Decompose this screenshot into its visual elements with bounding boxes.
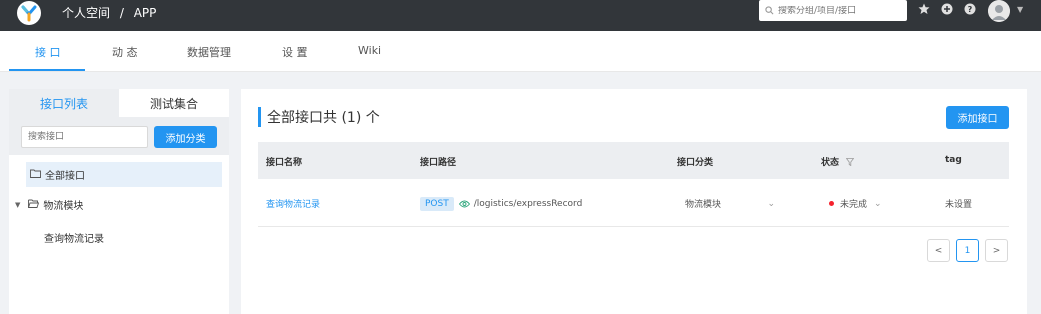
folder-icon [30, 169, 41, 181]
chevron-down-icon: ⌄ [767, 198, 775, 209]
caret-down-icon[interactable]: ▼ [15, 201, 20, 209]
tree-item-category[interactable]: ▼ 物流模块 [15, 197, 83, 212]
add-category-button[interactable]: 添加分类 [154, 126, 217, 148]
column-header-category: 接口分类 [677, 158, 714, 168]
pagination-page-button[interactable]: 1 [956, 239, 979, 262]
chevron-down-icon[interactable]: ▼ [1017, 5, 1023, 14]
column-header-path: 接口路径 [420, 158, 457, 168]
avatar[interactable] [988, 0, 1010, 22]
star-icon[interactable] [918, 3, 930, 15]
help-icon[interactable]: ? [964, 3, 976, 15]
interface-search-input[interactable] [21, 126, 148, 148]
tab-wiki[interactable]: Wiki [358, 44, 381, 57]
tab-test-collection[interactable]: 测试集合 [119, 89, 229, 117]
logo-icon[interactable] [17, 1, 41, 25]
svg-text:?: ? [968, 5, 973, 14]
global-search[interactable] [759, 0, 907, 21]
eye-icon[interactable] [458, 200, 470, 208]
tree-item-all-interfaces[interactable]: 全部接口 [26, 162, 222, 187]
pagination-next-button[interactable]: > [985, 239, 1008, 262]
tree-item-label: 物流模块 [43, 201, 84, 212]
breadcrumb-separator: / [119, 6, 124, 20]
breadcrumb-item-space[interactable]: 个人空间 [62, 6, 110, 20]
page-title: 全部接口共 (1) 个 [267, 110, 380, 126]
active-tab-indicator [9, 69, 85, 71]
chevron-down-icon: ⌄ [874, 198, 882, 209]
search-icon [765, 4, 774, 18]
global-search-input[interactable] [778, 5, 898, 16]
column-header-tag: tag [945, 155, 962, 165]
status-dot [829, 201, 834, 206]
tree-item-interface[interactable]: 查询物流记录 [44, 230, 104, 245]
column-header-name: 接口名称 [266, 158, 303, 168]
table-header: 接口名称 接口路径 接口分类 状态 tag [258, 142, 1009, 179]
filter-icon[interactable] [846, 157, 855, 166]
status-select[interactable]: 未完成 ⌄ [829, 197, 882, 210]
title-accent-bar [258, 107, 261, 127]
tab-interface-list[interactable]: 接口列表 [9, 89, 119, 117]
interface-path-text: /logistics/expressRecord [473, 199, 583, 209]
interface-list-panel: 全部接口共 (1) 个 添加接口 接口名称 接口路径 接口分类 状态 tag 查… [241, 89, 1027, 314]
method-badge: POST [420, 197, 454, 211]
tree-item-label: 查询物流记录 [44, 234, 104, 245]
project-nav: 接 口 动 态 数据管理 设 置 Wiki [0, 31, 1041, 72]
top-bar: 个人空间 / APP ? ▼ [0, 0, 1041, 31]
tab-interface[interactable]: 接 口 [35, 44, 61, 60]
pagination-prev-button[interactable]: < [927, 239, 950, 262]
plus-circle-icon[interactable] [941, 3, 953, 15]
breadcrumb-item-project[interactable]: APP [134, 6, 157, 20]
sidebar-toolbar: 添加分类 [9, 117, 229, 155]
folder-open-icon [28, 199, 40, 211]
category-select-value: 物流模块 [685, 200, 722, 210]
category-select[interactable]: 物流模块 ⌄ [685, 197, 775, 211]
tab-settings[interactable]: 设 置 [282, 44, 308, 60]
breadcrumb: 个人空间 / APP [62, 4, 156, 21]
table-row: 查询物流记录 POST /logistics/expressRecord 物流模… [258, 179, 1009, 227]
interface-path-cell: POST /logistics/expressRecord [420, 197, 582, 211]
column-header-status-label: 状态 [821, 158, 840, 168]
interface-sidebar: 接口列表 测试集合 添加分类 全部接口 ▼ 物流模块 查询物流记录 [9, 89, 229, 314]
tree-item-label: 全部接口 [45, 171, 85, 182]
tab-data-management[interactable]: 数据管理 [187, 44, 231, 60]
interface-name-link[interactable]: 查询物流记录 [266, 197, 320, 210]
tab-activity[interactable]: 动 态 [112, 44, 138, 60]
column-header-status: 状态 [821, 155, 855, 168]
sidebar-tabs: 接口列表 测试集合 [9, 89, 229, 117]
tag-cell: 未设置 [945, 200, 973, 210]
status-select-value: 未完成 [840, 200, 868, 210]
add-interface-button[interactable]: 添加接口 [946, 106, 1009, 129]
